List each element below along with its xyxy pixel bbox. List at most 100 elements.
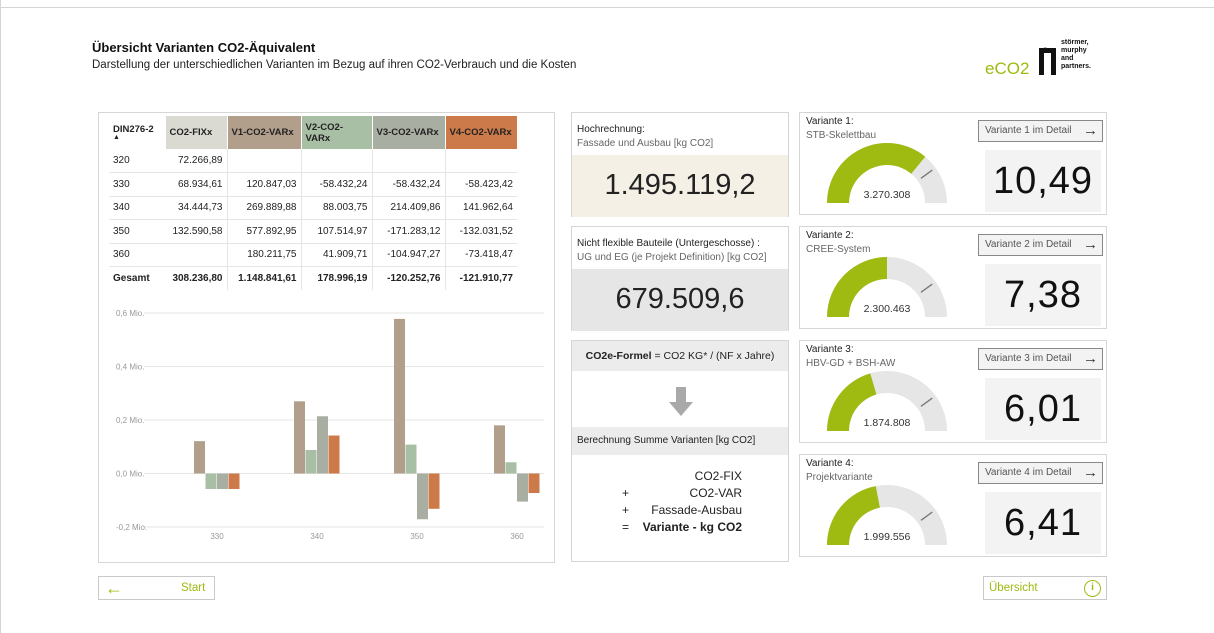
table-cell-value: 68.934,61 <box>165 172 228 197</box>
arrow-right-icon: → <box>1083 122 1098 139</box>
table-cell-value: -58.432,24 <box>372 172 446 197</box>
gauge-fill <box>827 373 877 431</box>
table-cell-value: -58.423,42 <box>445 172 517 197</box>
variant-title: Variante 3: <box>806 344 854 355</box>
sort-asc-icon: ▲ <box>113 134 120 141</box>
formel-op-2: + <box>622 486 630 500</box>
chart-bar[interactable] <box>528 473 540 494</box>
variant-title: Variante 1: <box>806 116 854 127</box>
table-cell-value: 178.996,19 <box>301 266 373 290</box>
formel-line-2: CO2-VAR <box>689 486 742 500</box>
column-header-v2[interactable]: V2-CO2-VARx <box>301 116 373 149</box>
table-cell-value: 34.444,73 <box>165 196 228 220</box>
table-cell-value <box>301 149 373 173</box>
logo-line: störmer, <box>1061 39 1089 46</box>
chart-bar[interactable] <box>428 473 440 509</box>
gauge-fill <box>827 143 926 203</box>
chart-bar[interactable] <box>328 435 340 474</box>
logo-line: and <box>1061 55 1074 62</box>
hochrechnung-sublabel: Fassade und Ausbau [kg CO2] <box>577 138 714 149</box>
column-header-v1[interactable]: V1-CO2-VARx <box>227 116 302 149</box>
chart-ytick-label: 0,6 Mio. <box>116 309 144 318</box>
variant-score: 7,38 <box>985 264 1101 326</box>
variant-card-3: Variante 3: HBV-GD + BSH-AW Variante 3 im … <box>799 340 1107 443</box>
table-cell-din: 350 <box>109 219 165 244</box>
variant-detail-button-2[interactable]: Variante 2 im Detail → <box>978 234 1103 256</box>
chart-bar[interactable] <box>405 444 417 474</box>
nicht-flexibel-card: Nicht flexible Bauteile (Untergeschosse)… <box>571 226 789 331</box>
bar-chart: 0,6 Mio. 0,4 Mio. 0,2 Mio. 0,0 Mio. -0,2 Mio… <box>116 309 544 541</box>
table-row: 320 72.266,89 <box>109 149 517 173</box>
variant-gauge <box>827 143 947 203</box>
table-cell-value: 1.148.841,61 <box>227 266 302 290</box>
column-header-v3[interactable]: V3-CO2-VARx <box>372 116 446 149</box>
hochrechnung-label: Hochrechnung: <box>577 124 645 135</box>
table-cell-value: -171.283,12 <box>372 219 446 244</box>
variant-card-2: Variante 2: CREE-System Variante 2 im Deta… <box>799 226 1107 329</box>
variant-subtitle: CREE-System <box>806 244 871 255</box>
arrow-left-icon: ← <box>105 578 123 598</box>
chart-xtick-label: 330 <box>210 532 224 541</box>
chart-bar[interactable] <box>205 473 217 490</box>
chart-bar[interactable] <box>294 401 305 474</box>
nicht-flexibel-label: Nicht flexible Bauteile (Untergeschosse)… <box>577 238 760 249</box>
arrow-down-icon <box>669 387 693 416</box>
variant-title: Variante 4: <box>806 458 854 469</box>
table-cell-value: 132.590,58 <box>165 219 228 244</box>
table-cell-value <box>445 149 517 173</box>
page-subtitle: Darstellung der unterschiedlichen Varian… <box>92 59 577 71</box>
chart-bar[interactable] <box>517 473 528 502</box>
chart-bar[interactable] <box>305 449 317 474</box>
chart-ytick-label: 0,0 Mio. <box>116 470 144 479</box>
chart-bar[interactable] <box>194 441 205 474</box>
column-header-v4[interactable]: V4-CO2-VARx <box>445 116 518 149</box>
table-cell-din: Gesamt <box>109 266 165 290</box>
formel-card: CO2e-Formel = CO2 KG* / (NF x Jahre) Ber… <box>571 340 789 562</box>
chart-ytick-label: 0,2 Mio. <box>116 416 144 425</box>
chart-bar[interactable] <box>228 473 240 490</box>
chart-xtick-label: 360 <box>510 532 524 541</box>
column-header-co2-fix[interactable]: CO2-FIXx <box>165 116 228 149</box>
gauge-fill <box>827 486 880 545</box>
start-button-label: Start <box>181 582 206 594</box>
variant-score: 6,01 <box>985 378 1101 440</box>
table-row: 340 34.444,73 269.889,88 88.003,75 214.409,8… <box>109 196 517 220</box>
variant-detail-button-1[interactable]: Variante 1 im Detail → <box>978 120 1103 142</box>
chart-bar[interactable] <box>317 416 328 474</box>
table-cell-value: 107.514,97 <box>301 219 373 244</box>
variant-detail-button-label: Variante 2 im Detail <box>985 239 1072 250</box>
table-cell-value: -132.031,52 <box>445 219 517 244</box>
nicht-flexibel-sublabel: UG und EG (je Projekt Definition) [kg CO… <box>577 252 767 263</box>
chart-ytick-label: 0,4 Mio. <box>116 363 144 372</box>
variant-gauge <box>827 257 947 317</box>
variant-detail-button-3[interactable]: Variante 3 im Detail → <box>978 348 1103 370</box>
arrow-right-icon: → <box>1083 236 1098 253</box>
formel-line-3: Fassade-Ausbau <box>651 503 742 517</box>
table-cell-value <box>372 149 446 173</box>
table-cell-din: 340 <box>109 196 165 220</box>
variant-score: 6,41 <box>985 492 1101 554</box>
table-cell-value: 120.847,03 <box>227 172 302 197</box>
hochrechnung-card: Hochrechnung: Fassade und Ausbau [kg CO2… <box>571 112 789 217</box>
table-cell-din: 330 <box>109 172 165 197</box>
table-row: 360 180.211,75 41.909,71 -104.947,27 -73.418… <box>109 243 517 267</box>
chart-bar[interactable] <box>505 462 517 474</box>
variant-detail-button-4[interactable]: Variante 4 im Detail → <box>978 462 1103 484</box>
chart-ytick-label: -0,2 Mio. <box>116 523 147 532</box>
table-cell-value: -120.252,76 <box>372 266 446 290</box>
table-cell-din: 360 <box>109 243 165 267</box>
chart-bar[interactable] <box>394 318 405 474</box>
chart-bar[interactable] <box>417 473 428 520</box>
variant-detail-button-label: Variante 4 im Detail <box>985 467 1072 478</box>
variants-table: DIN276-2 ▲ CO2-FIXx V1-CO2-VARx V2-CO2-VA… <box>109 116 518 290</box>
chart-bar[interactable] <box>494 425 505 474</box>
column-header-din[interactable]: DIN276-2 ▲ <box>109 116 166 149</box>
table-cell-value: -73.418,47 <box>445 243 517 267</box>
uebersicht-button[interactable]: Übersicht i <box>983 576 1107 600</box>
table-cell-value: 180.211,75 <box>227 243 302 267</box>
variant-score: 10,49 <box>985 150 1101 212</box>
table-header-row: DIN276-2 ▲ CO2-FIXx V1-CO2-VARx V2-CO2-VA… <box>109 116 518 149</box>
logo-company-names: störmer, murphy and partners. <box>1061 39 1091 71</box>
start-button[interactable]: ← Start <box>98 576 215 600</box>
chart-bar[interactable] <box>217 473 228 490</box>
